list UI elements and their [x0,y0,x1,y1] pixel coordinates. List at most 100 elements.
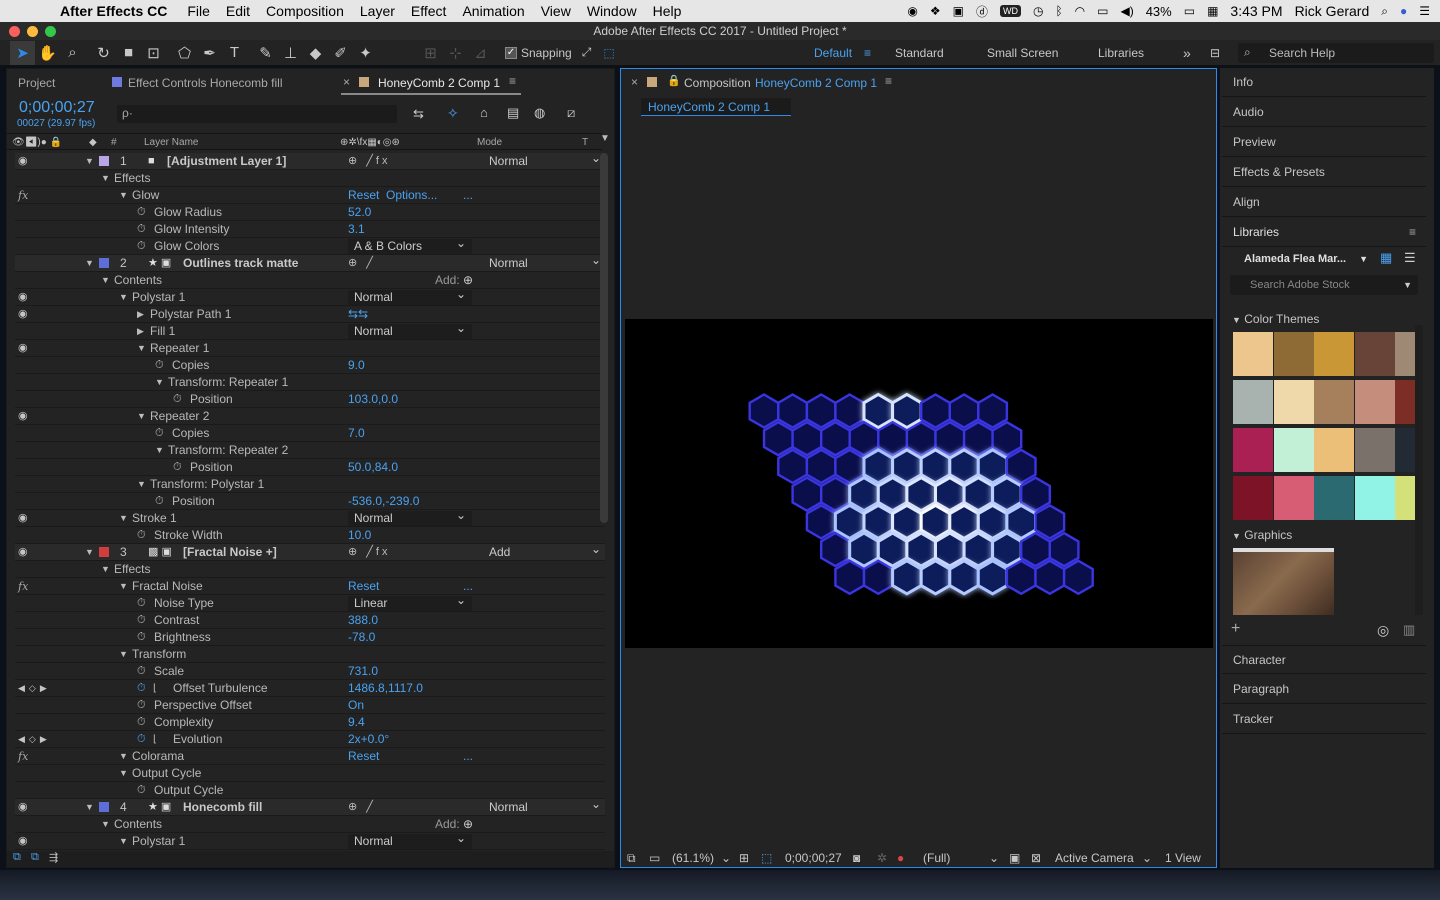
stock-search-input[interactable]: Search Adobe Stock ▼ [1230,275,1418,295]
stopwatch-icon[interactable]: ⏱ [137,221,146,238]
property-name[interactable]: Colorama [132,748,184,765]
property-row[interactable]: ▼ Effects [15,170,605,187]
property-name[interactable]: Glow Intensity [154,221,229,238]
layer-switches[interactable]: ⊕ ╱fx [348,153,390,170]
property-name[interactable]: Fractal Noise [132,578,203,595]
tab-timeline[interactable]: HoneyComb 2 Comp 1 [378,76,500,90]
effect-more-link[interactable]: ... [463,187,473,204]
layer-row[interactable]: ◉ ▼ 3 ▩ ▣ [Fractal Noise +] ⊕ ╱fx Add [15,542,605,561]
brush-tool-icon[interactable]: ✎ [253,41,278,65]
snap-edges-icon[interactable]: ⤢ [582,45,592,60]
stopwatch-icon[interactable]: ⏱ [137,731,146,748]
twirl-down-icon[interactable]: ▼ [119,646,128,663]
layer-name[interactable]: Honecomb fill [183,799,262,816]
menu-file[interactable]: File [179,3,218,19]
notification-center-icon[interactable]: ☰ [1419,4,1430,18]
snapping-checkbox[interactable]: ✓ [505,46,517,59]
comp-mini-flowchart-icon[interactable]: ⇆ [413,106,424,122]
graph-icon[interactable]: ⌊ [153,731,157,748]
blend-mode-select[interactable]: Normal [483,253,607,271]
layer-switches[interactable]: ⊕ ╱ [348,255,376,272]
current-time-display[interactable]: 0;00;00;27 [19,99,95,117]
twirl-down-icon[interactable]: ▼ [119,578,128,595]
mask-visibility-icon[interactable]: ⊠ [1031,849,1041,868]
visibility-eye-icon[interactable]: ◉ [18,153,28,170]
pen-tool-icon[interactable]: ✒ [197,41,222,65]
property-row[interactable]: ▼ Transform: Repeater 1 [15,374,605,391]
monitor-icon[interactable]: ▭ [649,849,660,868]
property-row[interactable]: ◉ ▼ Polystar 1 Normal [15,287,605,306]
stopwatch-icon[interactable]: ⏱ [173,459,182,476]
property-name[interactable]: Output Cycle [154,782,223,799]
stopwatch-icon[interactable]: ⏱ [137,697,146,714]
reset-link[interactable]: Reset [348,578,379,595]
spotlight-icon[interactable]: ⌕ [1381,4,1388,19]
close-comp-tab-icon[interactable]: × [631,75,638,89]
property-name[interactable]: Transform: Repeater 2 [168,442,288,459]
panel-audio[interactable]: Audio [1222,98,1426,127]
menu-animation[interactable]: Animation [454,3,532,19]
color-swatch[interactable] [1314,428,1354,472]
shape-tool-icon[interactable]: ⬠ [172,41,197,65]
twirl-down-icon[interactable]: ▼ [119,187,128,204]
menu-window[interactable]: Window [579,3,645,19]
visibility-eye-icon[interactable]: ◉ [18,510,28,527]
layer-search-input[interactable]: ρ· [117,105,397,123]
color-swatch[interactable] [1233,380,1273,424]
stopwatch-icon[interactable]: ⏱ [137,527,146,544]
graphics-header[interactable]: ▼ Graphics [1232,528,1292,542]
user-name[interactable]: Rick Gerard [1295,3,1370,19]
property-row[interactable]: ⏱ Complexity 9.4 [15,714,605,731]
layer-twirl-icon[interactable]: ▼ [85,255,94,272]
property-row[interactable]: ▶ Fill 1 Normal [15,321,605,340]
property-dropdown[interactable]: Normal [348,287,472,305]
always-preview-icon[interactable]: ⧉ [627,849,636,868]
options-link[interactable]: Options... [386,187,437,204]
property-row[interactable]: ⏱ Contrast 388.0 [15,612,605,629]
tab-effect-controls[interactable]: Effect Controls Honecomb fill [128,76,283,90]
twirl-down-icon[interactable]: ▼ [119,833,128,850]
hand-tool-icon[interactable]: ✋ [35,41,60,65]
property-value[interactable]: 388.0 [348,612,378,629]
color-channels-icon[interactable]: ● [897,849,904,868]
workspace-libraries[interactable]: Libraries [1098,40,1144,66]
eraser-tool-icon[interactable]: ◆ [303,41,328,65]
workspace-standard[interactable]: Standard [895,40,944,66]
property-dropdown[interactable]: Linear [348,593,472,611]
menu-view[interactable]: View [533,3,579,19]
property-row[interactable]: fx ▼ Fractal Noise Reset... [15,578,605,595]
layer-label-color[interactable] [99,547,109,557]
property-row[interactable]: ⏱ Position 50.0,84.0 [15,459,605,476]
property-name[interactable]: Glow Colors [154,238,219,255]
view-layout[interactable]: 1 View [1165,849,1201,868]
property-dropdown[interactable]: Normal [348,321,472,339]
visibility-eye-icon[interactable]: ◉ [18,306,28,323]
zoom-level[interactable]: (61.1%) [672,849,714,868]
puppet-pin-tool-icon[interactable]: ✦ [353,41,378,65]
property-name[interactable]: Copies [172,357,209,374]
property-row[interactable]: ◉ ▼ Polystar 1 Normal [15,831,605,850]
stopwatch-icon[interactable]: ⏱ [137,204,146,221]
color-swatch[interactable] [1233,428,1273,472]
type-tool-icon[interactable]: T [222,41,247,65]
airplay-icon[interactable]: ▭ [1097,4,1108,18]
color-swatch[interactable] [1395,476,1415,520]
property-value[interactable]: -78.0 [348,629,375,646]
layer-row[interactable]: ◉ ▼ 1 ■ [Adjustment Layer 1] ⊕ ╱fx Normal [15,151,605,170]
fx-icon[interactable]: fx [18,578,28,595]
panel-info[interactable]: Info [1222,68,1426,97]
add-content-button[interactable]: Add: ⊕ [435,816,473,833]
dropbox-icon[interactable]: ❖ [930,4,941,18]
property-row[interactable]: ⏱ Copies 7.0 [15,425,605,442]
color-swatch[interactable] [1314,332,1354,376]
layer-row[interactable]: ◉ ▼ 4 ★ ▣ Honecomb fill ⊕ ╱ Normal [15,797,605,816]
panel-menu-icon[interactable]: ≡ [509,74,516,88]
property-name[interactable]: Complexity [154,714,213,731]
selection-tool-icon[interactable]: ➤ [10,40,35,65]
menu-layer[interactable]: Layer [352,3,403,19]
property-name[interactable]: Stroke 1 [132,510,177,527]
property-row[interactable]: ⏱ Glow Colors A & B Colors [15,236,605,255]
time-machine-icon[interactable]: ◷ [1033,4,1043,18]
color-swatch[interactable] [1233,332,1273,376]
stopwatch-icon[interactable]: ⏱ [137,629,146,646]
